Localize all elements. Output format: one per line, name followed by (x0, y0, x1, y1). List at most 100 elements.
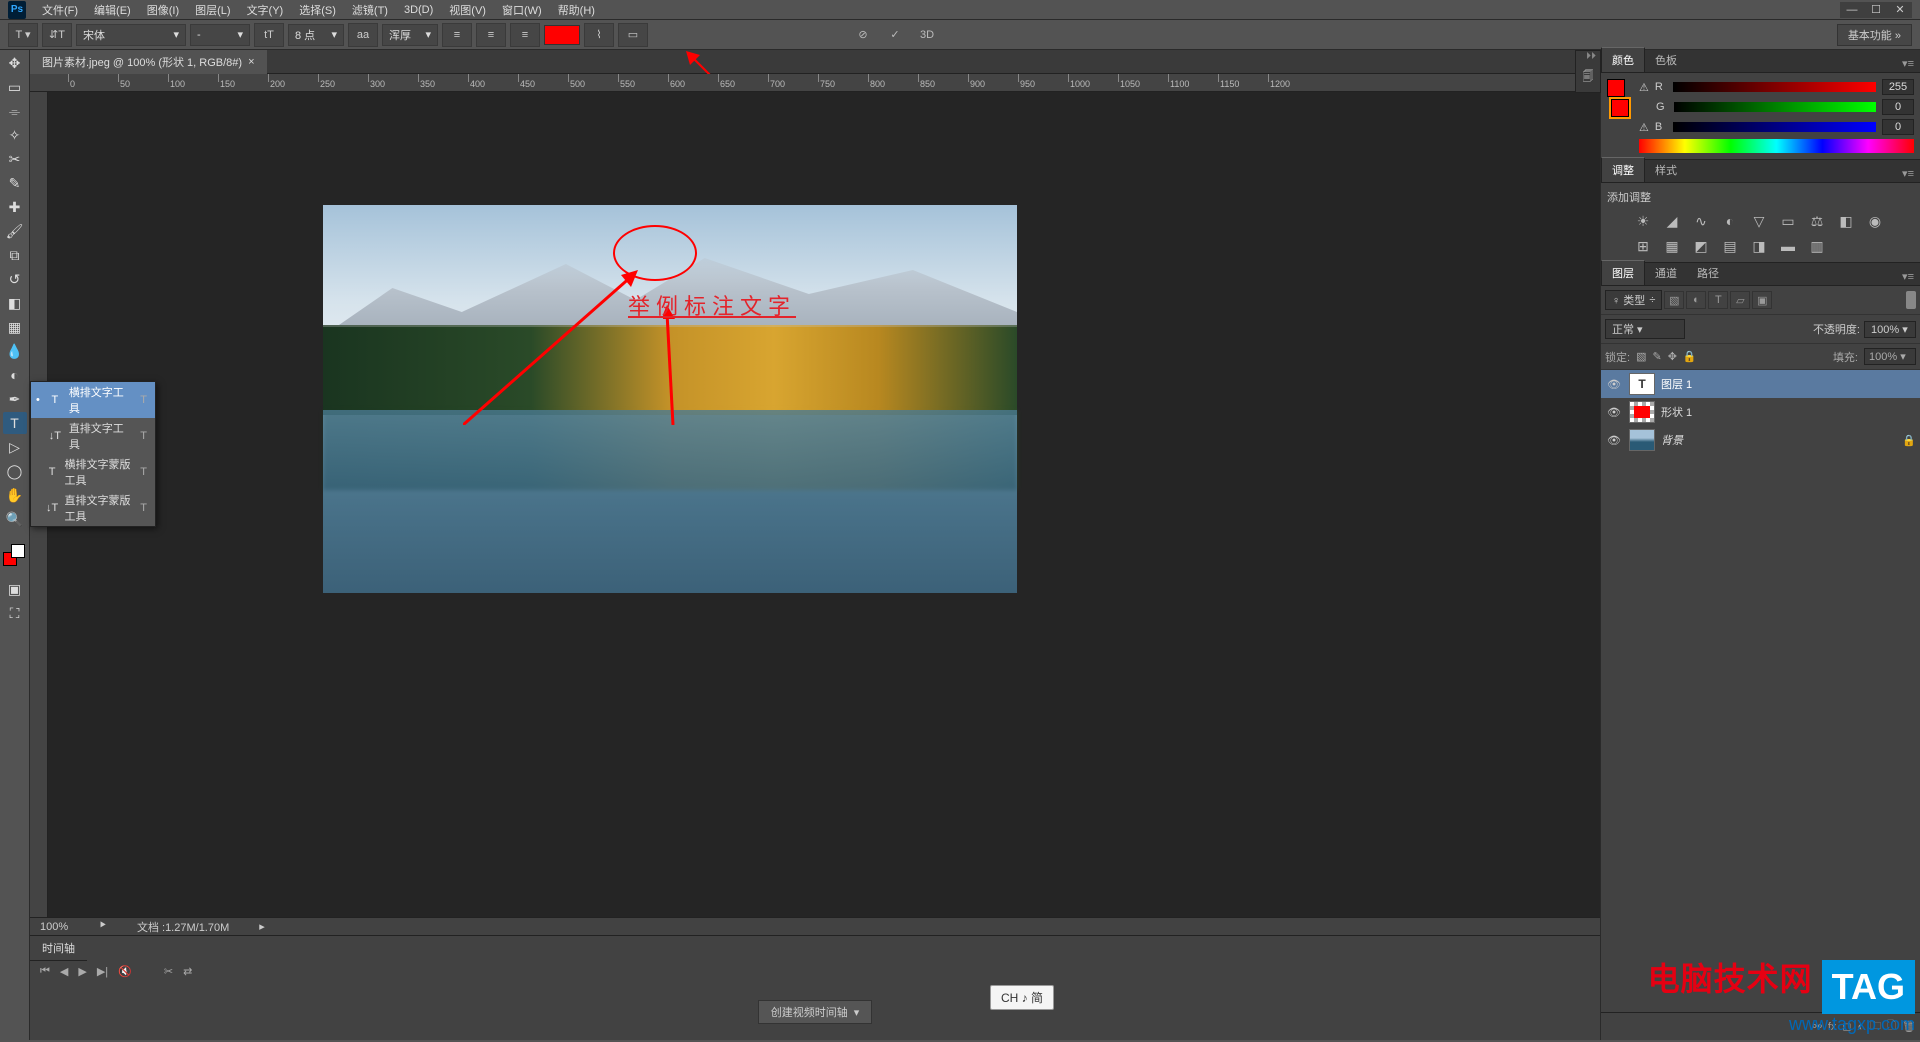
doc-tab[interactable]: 图片素材.jpeg @ 100% (形状 1, RGB/8#) × (30, 50, 267, 74)
filter-smart-icon[interactable]: ▣ (1752, 291, 1772, 309)
prev-frame-icon[interactable]: ◀ (60, 965, 68, 978)
tool-preset[interactable]: T ▾ (8, 23, 38, 47)
vertical-type-mask-tool[interactable]: ↓T直排文字蒙版工具T (31, 490, 155, 526)
brightness-icon[interactable]: ☀ (1633, 213, 1653, 229)
ime-indicator[interactable]: CH ♪ 简 (990, 985, 1054, 1010)
eyedropper-tool[interactable]: ✎ (3, 172, 27, 194)
arrow-icon[interactable]: ⯈ (98, 920, 107, 933)
zoom-tool[interactable]: 🔍 (3, 508, 27, 530)
lasso-tool[interactable]: ⌯ (3, 100, 27, 122)
invert-icon[interactable]: ◩ (1691, 238, 1711, 254)
filter-pixel-icon[interactable]: ▧ (1664, 291, 1684, 309)
healing-tool[interactable]: ✚ (3, 196, 27, 218)
crop-tool[interactable]: ✂ (3, 148, 27, 170)
font-family-select[interactable]: 宋体▾ (76, 24, 186, 46)
audio-icon[interactable]: 🔇 (118, 965, 132, 978)
filter-adjust-icon[interactable]: ◐ (1686, 291, 1706, 309)
next-frame-icon[interactable]: ▶| (97, 965, 108, 978)
align-center[interactable]: ≡ (476, 23, 506, 47)
filter-switch[interactable] (1906, 291, 1916, 309)
commit-icon[interactable]: ✓ (884, 24, 906, 46)
scissors-icon[interactable]: ✂ (164, 965, 173, 978)
channels-tab[interactable]: 通道 (1645, 261, 1687, 285)
layer-name[interactable]: 图层 1 (1661, 376, 1692, 392)
lock-transparent-icon[interactable]: ▧ (1636, 350, 1646, 363)
font-size-field[interactable]: 8 点▾ (288, 24, 344, 46)
timeline-tab[interactable]: 时间轴 (30, 936, 87, 961)
menu-file[interactable]: 文件(F) (34, 0, 86, 20)
swatches-tab[interactable]: 色板 (1645, 48, 1687, 72)
selective-color-icon[interactable]: ▥ (1807, 238, 1827, 254)
eraser-tool[interactable]: ◧ (3, 292, 27, 314)
type-tool[interactable]: T (3, 412, 27, 434)
color-balance-icon[interactable]: ⚖ (1807, 213, 1827, 229)
layer-row[interactable]: 👁 形状 1 (1601, 398, 1920, 426)
menu-edit[interactable]: 编辑(E) (86, 0, 139, 20)
background-color[interactable] (11, 544, 25, 558)
annotation-text[interactable]: 举例标注文字 (628, 289, 796, 321)
menu-image[interactable]: 图像(I) (139, 0, 187, 20)
close-button[interactable]: ✕ (1888, 2, 1912, 18)
3d-icon[interactable]: 3D (916, 24, 938, 46)
b-slider[interactable] (1673, 122, 1876, 132)
visibility-icon[interactable]: 👁 (1605, 406, 1623, 419)
lock-position-icon[interactable]: ✥ (1668, 350, 1677, 363)
marquee-tool[interactable]: ▭ (3, 76, 27, 98)
font-style-select[interactable]: -▾ (190, 24, 250, 46)
zoom-level[interactable]: 100% (40, 921, 68, 933)
vibrance-icon[interactable]: ▽ (1749, 213, 1769, 229)
horizontal-type-tool[interactable]: •T横排文字工具T (31, 382, 155, 418)
g-slider[interactable] (1674, 102, 1876, 112)
goto-first-icon[interactable]: ⏮ (40, 965, 50, 978)
lock-all-icon[interactable]: 🔒 (1683, 350, 1697, 363)
character-panel-toggle[interactable]: ▭ (618, 23, 648, 47)
hue-icon[interactable]: ▭ (1778, 213, 1798, 229)
channel-mixer-icon[interactable]: ⊞ (1633, 238, 1653, 254)
menu-filter[interactable]: 滤镜(T) (344, 0, 396, 20)
collapse-panels-icon[interactable]: ⏵⏵ (1576, 51, 1600, 62)
layer-name[interactable]: 背景 (1661, 432, 1683, 448)
workspace-badge[interactable]: 基本功能 » (1837, 24, 1912, 46)
bw-icon[interactable]: ◧ (1836, 213, 1856, 229)
color-lookup-icon[interactable]: ▦ (1662, 238, 1682, 254)
adjustments-tab[interactable]: 调整 (1601, 157, 1645, 182)
menu-type[interactable]: 文字(Y) (239, 0, 292, 20)
lock-pixels-icon[interactable]: ✎ (1652, 350, 1661, 363)
blend-mode-select[interactable]: 正常 ▾ (1605, 319, 1685, 339)
align-right[interactable]: ≡ (510, 23, 540, 47)
play-icon[interactable]: ▶ (78, 965, 86, 978)
visibility-icon[interactable]: 👁 (1605, 378, 1623, 391)
filter-shape-icon[interactable]: ▱ (1730, 291, 1750, 309)
arrow-icon[interactable]: ▸ (259, 920, 265, 933)
filter-type-icon[interactable]: T (1708, 291, 1728, 309)
gradient-map-icon[interactable]: ▬ (1778, 238, 1798, 254)
stamp-tool[interactable]: ⧉ (3, 244, 27, 266)
dodge-tool[interactable]: ◐ (3, 364, 27, 386)
photo-filter-icon[interactable]: ◉ (1865, 213, 1885, 229)
pen-tool[interactable]: ✒ (3, 388, 27, 410)
transition-icon[interactable]: ⇄ (183, 965, 192, 978)
filter-kind-select[interactable]: ♀ 类型 ÷ (1605, 290, 1662, 310)
warp-text[interactable]: ⌇ (584, 23, 614, 47)
blur-tool[interactable]: 💧 (3, 340, 27, 362)
panel-menu-icon[interactable]: ▾≡ (1896, 55, 1920, 72)
g-value[interactable]: 0 (1882, 99, 1914, 115)
horizontal-type-mask-tool[interactable]: T横排文字蒙版工具T (31, 454, 155, 490)
styles-tab[interactable]: 样式 (1645, 158, 1687, 182)
layer-row[interactable]: 👁 背景 🔒 (1601, 426, 1920, 454)
panel-menu-icon[interactable]: ▾≡ (1896, 165, 1920, 182)
ruler-horizontal[interactable]: 0501001502002503003504004505005506006507… (30, 74, 1600, 92)
aa-select[interactable]: 浑厚▾ (382, 24, 438, 46)
minimize-button[interactable]: — (1840, 2, 1864, 18)
orientation-toggle[interactable]: ⇵T (42, 23, 72, 47)
exposure-icon[interactable]: ◐ (1720, 213, 1740, 229)
vertical-type-tool[interactable]: ↓T直排文字工具T (31, 418, 155, 454)
panel-menu-icon[interactable]: ▾≡ (1896, 268, 1920, 285)
gradient-tool[interactable]: ▦ (3, 316, 27, 338)
history-dock-icon[interactable]: 🗐 (1577, 66, 1599, 88)
posterize-icon[interactable]: ▤ (1720, 238, 1740, 254)
r-slider[interactable] (1673, 82, 1876, 92)
brush-tool[interactable]: 🖌 (3, 220, 27, 242)
menu-select[interactable]: 选择(S) (291, 0, 344, 20)
levels-icon[interactable]: ◢ (1662, 213, 1682, 229)
